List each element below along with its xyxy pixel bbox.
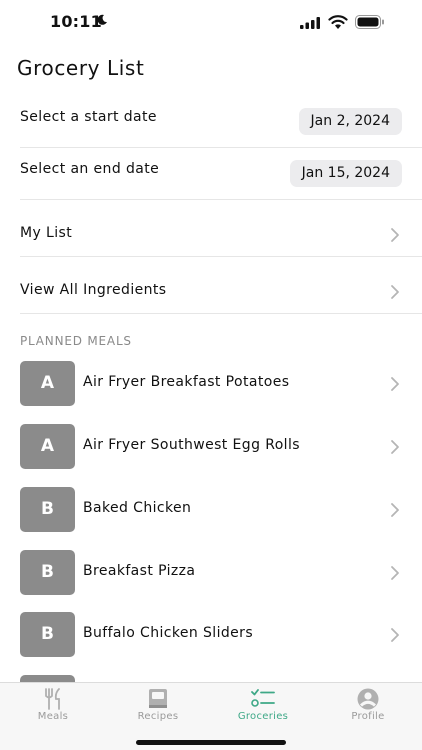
meal-list-item[interactable]: B Buffalo Chicken Sliders bbox=[20, 612, 422, 658]
planned-meals-header: PLANNED MEALS bbox=[20, 334, 132, 348]
chevron-right-icon bbox=[391, 566, 399, 580]
tab-profile[interactable]: Profile bbox=[318, 683, 418, 733]
tab-label: Recipes bbox=[137, 711, 179, 722]
chevron-right-icon bbox=[391, 285, 399, 299]
meal-letter-avatar: B bbox=[20, 612, 75, 657]
status-bar: 10:11 bbox=[0, 0, 422, 46]
wifi-icon bbox=[328, 15, 348, 29]
meal-list-item[interactable]: B Baked Chicken bbox=[20, 487, 422, 533]
chevron-right-icon bbox=[391, 440, 399, 454]
view-all-ingredients-row[interactable]: View All Ingredients bbox=[20, 263, 422, 319]
meal-letter-avatar: B bbox=[20, 550, 75, 595]
meal-name: Buffalo Chicken Sliders bbox=[83, 625, 254, 641]
meal-letter-avatar: B bbox=[20, 487, 75, 532]
divider bbox=[20, 313, 422, 314]
person-icon bbox=[357, 688, 379, 710]
meal-list-item[interactable]: B Breakfast Pizza bbox=[20, 550, 422, 596]
divider bbox=[20, 256, 422, 257]
status-time: 10:11 bbox=[50, 12, 102, 31]
moon-icon bbox=[97, 14, 107, 25]
book-icon bbox=[149, 689, 167, 708]
meal-list-item[interactable]: A Air Fryer Breakfast Potatoes bbox=[20, 361, 422, 407]
divider bbox=[20, 199, 422, 200]
meal-name: Air Fryer Breakfast Potatoes bbox=[83, 374, 290, 390]
end-date-row: Select an end date Jan 15, 2024 bbox=[20, 148, 422, 200]
tab-label: Profile bbox=[351, 711, 385, 722]
my-list-row[interactable]: My List bbox=[20, 206, 422, 262]
meal-name: Baked Chicken bbox=[83, 500, 192, 516]
home-indicator[interactable] bbox=[136, 740, 286, 745]
start-date-picker[interactable]: Jan 2, 2024 bbox=[298, 108, 402, 135]
chevron-right-icon bbox=[391, 228, 399, 242]
battery-icon bbox=[355, 15, 384, 29]
end-date-picker[interactable]: Jan 15, 2024 bbox=[289, 160, 402, 187]
tab-groceries[interactable]: Groceries bbox=[213, 683, 313, 733]
fork-knife-icon bbox=[45, 688, 60, 710]
tab-recipes[interactable]: Recipes bbox=[108, 683, 208, 733]
start-date-label: Select a start date bbox=[20, 109, 157, 125]
meal-name: Air Fryer Southwest Egg Rolls bbox=[83, 437, 300, 453]
end-date-label: Select an end date bbox=[20, 161, 160, 177]
meal-list-item[interactable]: A Air Fryer Southwest Egg Rolls bbox=[20, 424, 422, 470]
my-list-label: My List bbox=[20, 225, 73, 241]
chevron-right-icon bbox=[391, 628, 399, 642]
page-title: Grocery List bbox=[17, 56, 145, 80]
meal-name: Breakfast Pizza bbox=[83, 563, 196, 579]
meal-letter-avatar: A bbox=[20, 361, 75, 406]
start-date-row: Select a start date Jan 2, 2024 bbox=[20, 96, 422, 148]
tab-label: Meals bbox=[37, 711, 69, 722]
view-all-ingredients-label: View All Ingredients bbox=[20, 282, 167, 298]
tab-meals[interactable]: Meals bbox=[3, 683, 103, 733]
cellular-signal-icon bbox=[300, 17, 320, 29]
chevron-right-icon bbox=[391, 503, 399, 517]
meal-letter-avatar: A bbox=[20, 424, 75, 469]
chevron-right-icon bbox=[391, 377, 399, 391]
tab-label: Groceries bbox=[237, 711, 289, 722]
checklist-icon bbox=[251, 689, 275, 707]
